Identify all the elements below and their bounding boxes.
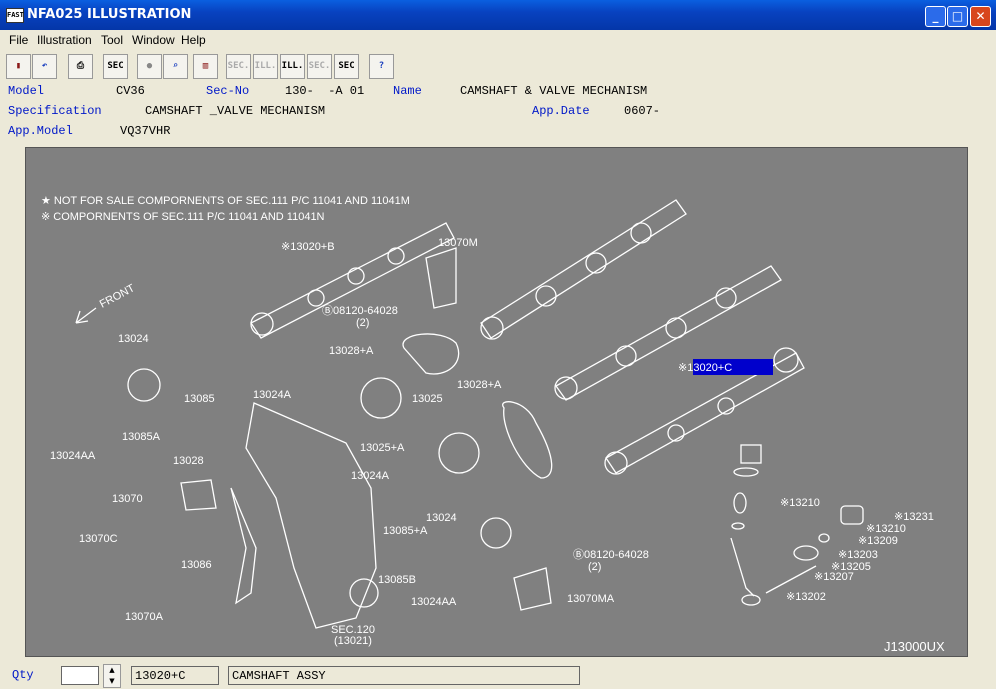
part-label-13210[interactable]: ※13210 <box>780 497 820 509</box>
model-value: CV36 <box>116 84 145 98</box>
next-section-button[interactable]: SEC. <box>307 54 332 79</box>
part-label-13207[interactable]: ※13207 <box>814 571 854 583</box>
status-bar: Qty ▲ ▼ 13020+C CAMSHAFT ASSY <box>0 660 996 689</box>
illustration-code: J13000UX <box>884 639 945 654</box>
camshaft-upper-right <box>480 199 687 340</box>
crank-sprocket <box>349 578 379 608</box>
part-label-13024aa[interactable]: 13024AA <box>50 450 96 462</box>
part-label-13085a[interactable]: 13085A <box>122 431 161 443</box>
part-label-13202[interactable]: ※13202 <box>786 591 826 603</box>
title-bar: FAST NFA025 ILLUSTRATION _ □ ✕ <box>0 0 996 30</box>
part-label-13024a-2[interactable]: 13024A <box>351 470 390 482</box>
part-label-13209[interactable]: ※13209 <box>858 535 898 547</box>
part-label-13085a-2[interactable]: 13085+A <box>383 525 428 537</box>
part-label-13028a[interactable]: 13028+A <box>329 345 374 357</box>
menu-bar: File Illustration Tool Window Help <box>0 30 996 50</box>
chain-13028a-lower <box>502 401 553 479</box>
window-title: NFA025 ILLUSTRATION <box>27 7 192 22</box>
part-label-13070ma[interactable]: 13070MA <box>567 593 615 605</box>
part-label-13028a-2[interactable]: 13028+A <box>457 379 502 391</box>
app-icon: FAST <box>6 8 24 23</box>
note-not-for-sale: ★ NOT FOR SALE COMPORNENTS OF SEC.111 P/… <box>41 195 410 207</box>
part-label-08120a[interactable]: Ⓑ08120-64028 <box>322 304 398 317</box>
help-icon[interactable]: ? <box>369 54 394 79</box>
secno-label: Sec-No <box>206 84 250 98</box>
svg-text:FRONT: FRONT <box>98 282 137 311</box>
sprocket-13025a <box>438 432 480 474</box>
part-label-13024aa-2[interactable]: 13024AA <box>411 596 457 608</box>
close-button[interactable]: ✕ <box>970 6 991 27</box>
qty-spinner[interactable]: ▲ ▼ <box>103 664 121 688</box>
section-button[interactable]: SEC <box>103 54 128 79</box>
name-value: CAMSHAFT & VALVE MECHANISM <box>460 84 648 98</box>
menu-window[interactable]: Window <box>132 33 175 47</box>
part-label-08120a-qty: (2) <box>356 317 369 329</box>
part-label-13024a[interactable]: 13024A <box>253 389 292 401</box>
tensioner-13070 <box>180 479 217 511</box>
front-arrow: FRONT <box>75 282 137 324</box>
appmodel-label: App.Model <box>8 124 73 138</box>
illustration-canvas[interactable]: ★ NOT FOR SALE COMPORNENTS OF SEC.111 P/… <box>25 147 968 657</box>
exit-icon[interactable]: ▮ <box>6 54 31 79</box>
prev-section-button[interactable]: SEC. <box>226 54 251 79</box>
part-label-13070[interactable]: 13070 <box>112 493 143 505</box>
sprocket-13024-lower <box>480 517 512 549</box>
part-label-13070a[interactable]: 13070A <box>125 611 164 623</box>
model-label: Model <box>8 84 45 98</box>
part-label-sec120-sub: (13021) <box>334 635 372 647</box>
tensioner-13070ma <box>513 567 552 611</box>
qty-label: Qty <box>12 668 34 682</box>
part-label-13231[interactable]: ※13231 <box>894 511 934 523</box>
part-name-field: CAMSHAFT ASSY <box>228 666 580 685</box>
part-label-13085b[interactable]: 13085B <box>378 574 416 586</box>
guide-13086 <box>230 487 257 605</box>
part-label-13210-2[interactable]: ※13210 <box>866 523 906 535</box>
menu-file[interactable]: File <box>9 33 28 47</box>
menu-help[interactable]: Help <box>181 33 206 47</box>
menu-illustration[interactable]: Illustration <box>37 33 92 47</box>
note-components: ※ COMPORNENTS OF SEC.111 P/C 11041 AND 1… <box>41 211 325 223</box>
spec-label: Specification <box>8 104 102 118</box>
sprocket-13025 <box>360 377 402 419</box>
appmodel-value: VQ37VHR <box>120 124 171 138</box>
part-label-13024-2[interactable]: 13024 <box>426 512 457 524</box>
part-label-13020b[interactable]: ※13020+B <box>281 241 335 253</box>
part-label-13070m[interactable]: 13070M <box>438 237 478 249</box>
part-label-08120b-qty: (2) <box>588 561 601 573</box>
part-label-13020c[interactable]: ※13020+C <box>678 362 732 374</box>
book-icon[interactable]: ▥ <box>193 54 218 79</box>
timing-chain <box>245 402 377 629</box>
minimize-button[interactable]: _ <box>925 6 946 27</box>
part-label-08120b[interactable]: Ⓑ08120-64028 <box>573 548 649 561</box>
prev-illustration-button[interactable]: ILL. <box>253 54 278 79</box>
qty-input[interactable] <box>61 666 99 685</box>
part-label-13025a[interactable]: 13025+A <box>360 442 405 454</box>
tensioner-13070m <box>425 247 457 309</box>
part-label-13024[interactable]: 13024 <box>118 333 149 345</box>
print-icon[interactable]: ⎙ <box>68 54 93 79</box>
chain-13028a-upper <box>402 333 460 375</box>
part-label-13070c[interactable]: 13070C <box>79 533 118 545</box>
secno-value: 130- -A 01 <box>285 84 365 98</box>
part-label-13203[interactable]: ※13203 <box>838 549 878 561</box>
menu-tool[interactable]: Tool <box>101 33 123 47</box>
maximize-button[interactable]: □ <box>947 6 968 27</box>
spec-value: CAMSHAFT _VALVE MECHANISM <box>145 104 326 118</box>
zoom-icon[interactable]: ⌕ <box>163 54 188 79</box>
part-label-13028[interactable]: 13028 <box>173 455 204 467</box>
part-label-13085[interactable]: 13085 <box>184 393 215 405</box>
part-number-field: 13020+C <box>131 666 219 685</box>
name-label: Name <box>393 84 422 98</box>
appdate-label: App.Date <box>532 104 590 118</box>
next-illustration-button[interactable]: ILL. <box>280 54 305 79</box>
section-search-button[interactable]: SEC <box>334 54 359 79</box>
appdate-value: 0607- <box>624 104 661 118</box>
illustration-svg: ★ NOT FOR SALE COMPORNENTS OF SEC.111 P/… <box>41 195 945 654</box>
undo-icon[interactable]: ↶ <box>32 54 57 79</box>
part-label-13025[interactable]: 13025 <box>412 393 443 405</box>
part-label-13086[interactable]: 13086 <box>181 559 212 571</box>
toolbar: ▮ ↶ ⎙ SEC ● ⌕ ▥ SEC. ILL. ILL. SEC. SEC … <box>0 51 996 81</box>
sprocket-13024 <box>127 368 161 402</box>
circle-icon[interactable]: ● <box>137 54 162 79</box>
